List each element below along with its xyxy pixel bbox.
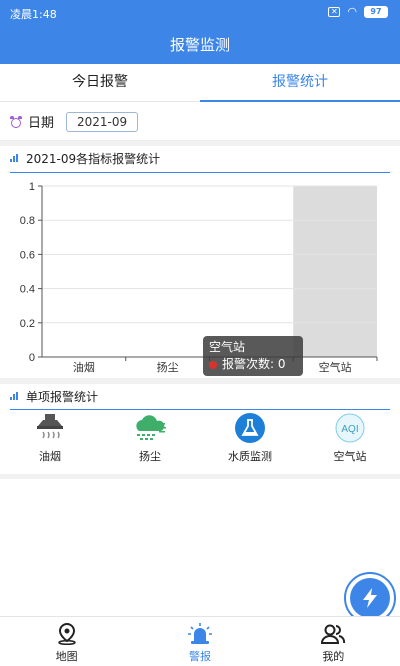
single-item-label: 水质监测	[228, 450, 272, 463]
chart-y-tick-label: 1	[29, 181, 35, 193]
chart-section-title: 2021-09各指标报警统计	[26, 151, 161, 166]
chart-svg: 0 0.2 0.4 0.6 0.8 1 油烟 扬尘 空气站	[20, 181, 378, 374]
single-item-label: 空气站	[333, 450, 367, 463]
chart-x-tick-label: 扬尘	[157, 360, 179, 374]
section-underline	[10, 172, 390, 173]
single-stat-grid: 油烟 扬尘 水质监测 AQI 空气站	[0, 412, 400, 474]
nav-item-mine[interactable]: 我的	[267, 617, 400, 666]
chart-x-tick-label: 空气站	[319, 360, 352, 374]
chart-section-header: 2021-09各指标报警统计	[0, 146, 400, 170]
single-item-air-station[interactable]: AQI 空气站	[300, 412, 400, 474]
tooltip-colon: :	[270, 357, 278, 371]
single-item-oil-fume[interactable]: 油烟	[0, 412, 100, 474]
alarm-bar-chart: 0 0.2 0.4 0.6 0.8 1 油烟 扬尘 空气站	[0, 174, 400, 378]
water-quality-icon	[233, 412, 267, 444]
section-underline	[10, 409, 390, 410]
nav-item-map[interactable]: 地图	[0, 617, 133, 666]
tab-bar: 今日报警 报警统计	[0, 64, 400, 102]
status-bar: 凌晨1:48 ✕ ◠ 97	[0, 0, 400, 26]
dust-cloud-icon	[133, 412, 167, 444]
wifi-icon: ◠	[347, 5, 357, 18]
svg-text:AQI: AQI	[341, 424, 358, 435]
aqi-icon: AQI	[333, 412, 367, 444]
alarm-clock-icon	[10, 115, 22, 128]
tab-alarm-statistics[interactable]: 报警统计	[200, 64, 400, 102]
divider	[0, 474, 400, 479]
chart-highlight-band	[293, 186, 377, 357]
single-section-title: 单项报警统计	[26, 389, 99, 404]
chart-y-tick-label: 0.8	[20, 215, 35, 227]
tooltip-title: 空气站	[209, 340, 246, 354]
chart-y-tick-label: 0.2	[20, 318, 35, 330]
map-pin-icon	[55, 622, 79, 646]
single-item-label: 扬尘	[139, 450, 161, 463]
date-picker[interactable]: 2021-09	[66, 111, 139, 132]
chart-x-tick-label: 油烟	[73, 360, 95, 374]
bar-chart-icon	[10, 154, 20, 162]
nav-label: 地图	[55, 650, 78, 663]
single-item-dust[interactable]: 扬尘	[100, 412, 200, 474]
chart-y-tick-label: 0	[29, 352, 35, 364]
status-time: 凌晨1:48	[10, 8, 57, 21]
tooltip-row: 报警次数: 0	[209, 356, 297, 373]
nav-label: 警报	[188, 650, 211, 663]
bar-chart-icon	[10, 392, 20, 400]
lightning-icon	[350, 578, 390, 618]
nav-item-alarm[interactable]: 警报	[133, 617, 266, 666]
chart-y-tick-label: 0.4	[20, 284, 35, 296]
chart-y-tick-label: 0.6	[20, 249, 35, 261]
page-title: 报警监测	[0, 26, 400, 64]
single-item-label: 油烟	[39, 450, 61, 463]
chart-tooltip: 空气站 报警次数: 0	[203, 336, 303, 376]
status-icons: ✕ ◠ 97	[328, 5, 388, 18]
tooltip-value: 0	[277, 357, 286, 371]
alarm-light-icon	[187, 623, 212, 645]
single-section-header: 单项报警统计	[0, 384, 400, 408]
tooltip-series-dot	[209, 360, 217, 369]
tooltip-series-label: 报警次数	[222, 357, 271, 371]
battery-icon: 97	[364, 5, 388, 18]
sim-x-icon: ✕	[328, 6, 341, 17]
tab-today-alarms[interactable]: 今日报警	[0, 64, 200, 101]
bottom-nav: 地图 警报 我的	[0, 616, 400, 666]
users-icon	[321, 623, 346, 645]
date-label: 日期	[28, 116, 55, 131]
date-filter-row: 日期 2021-09	[0, 103, 400, 141]
single-item-water-quality[interactable]: 水质监测	[200, 412, 300, 474]
nav-label: 我的	[322, 650, 345, 663]
range-hood-icon	[33, 412, 67, 444]
